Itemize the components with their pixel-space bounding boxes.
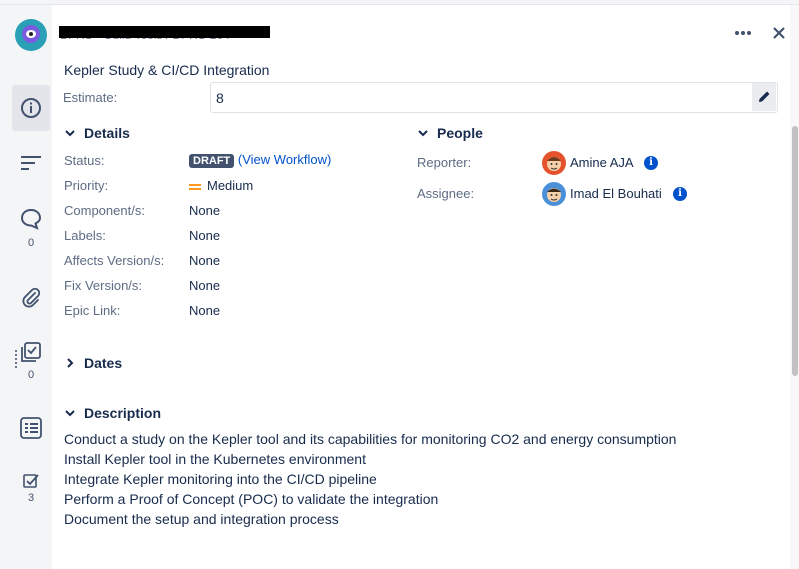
chevron-down-icon: [65, 410, 75, 417]
affects-version-label: Affects Version/s:: [64, 253, 165, 268]
assignee-label: Assignee:: [417, 186, 475, 201]
history-lines-icon[interactable]: [10, 155, 52, 171]
pencil-icon: [759, 91, 770, 102]
app-logo-icon[interactable]: [15, 19, 47, 51]
labels-label: Labels:: [64, 228, 106, 243]
sidebar: 0 0 3: [10, 5, 52, 569]
reporter-avatar[interactable]: [542, 151, 566, 175]
scrollbar-thumb[interactable]: [792, 126, 798, 376]
dates-heading: Dates: [84, 355, 123, 371]
component-label: Component/s:: [64, 203, 145, 218]
estimate-value[interactable]: 8: [216, 90, 224, 106]
affects-version-value[interactable]: None: [189, 253, 220, 268]
assignee-info-icon[interactable]: i: [673, 187, 687, 201]
left-rail: [0, 5, 10, 569]
info-icon[interactable]: [10, 97, 52, 119]
chevron-down-icon: [65, 130, 75, 137]
people-section-toggle[interactable]: People: [417, 125, 483, 141]
status-badge[interactable]: DRAFT: [189, 153, 235, 168]
description-line: Document the setup and integration proce…: [64, 511, 339, 527]
subtasks-icon[interactable]: [10, 416, 52, 440]
subtask-count: 3: [27, 492, 35, 504]
description-line: Install Kepler tool in the Kubernetes en…: [64, 451, 366, 467]
checklist-count: 0: [27, 369, 35, 381]
details-section-toggle[interactable]: Details: [64, 125, 130, 141]
labels-value[interactable]: None: [189, 228, 220, 243]
attachment-icon[interactable]: [10, 287, 52, 309]
view-workflow-link[interactable]: (View Workflow): [238, 152, 331, 167]
description-section-toggle[interactable]: Description: [64, 405, 161, 421]
priority-label: Priority:: [64, 178, 109, 193]
people-heading: People: [437, 125, 483, 141]
reporter-label: Reporter:: [417, 155, 472, 170]
fix-version-value[interactable]: None: [189, 278, 220, 293]
more-button[interactable]: [730, 22, 756, 44]
priority-medium-icon: [189, 182, 201, 192]
comment-icon[interactable]: [10, 208, 52, 230]
close-icon: [773, 27, 785, 39]
chevron-right-icon: [67, 358, 74, 368]
component-value[interactable]: None: [189, 203, 220, 218]
edit-estimate-button[interactable]: [752, 83, 776, 111]
description-line: Integrate Kepler monitoring into the CI/…: [64, 471, 377, 487]
priority-text: Medium: [207, 178, 254, 193]
chevron-down-icon: [418, 130, 428, 137]
top-divider: [0, 0, 799, 5]
redaction-bar: [59, 26, 270, 38]
epic-link-label: Epic Link:: [64, 303, 121, 318]
epic-link-value[interactable]: None: [189, 303, 220, 318]
estimate-label: Estimate:: [63, 90, 118, 105]
close-button[interactable]: [768, 22, 790, 44]
comment-count: 0: [27, 237, 35, 249]
description-line: Conduct a study on the Kepler tool and i…: [64, 431, 677, 447]
checklist-icon[interactable]: [10, 341, 52, 363]
fix-version-label: Fix Version/s:: [64, 278, 143, 293]
checkbox-icon[interactable]: [10, 473, 52, 489]
more-horizontal-icon: [735, 31, 751, 35]
description-body[interactable]: Conduct a study on the Kepler tool and i…: [64, 429, 676, 529]
status-label: Status:: [64, 153, 105, 168]
status-value: DRAFT (View Workflow): [189, 152, 331, 168]
issue-summary[interactable]: Kepler Study & CI/CD Integration: [64, 62, 269, 78]
priority-value[interactable]: Medium: [189, 178, 253, 193]
reporter-name[interactable]: Amine AJA: [570, 155, 634, 170]
description-line: Perform a Proof of Concept (POC) to vali…: [64, 491, 439, 507]
assignee-avatar[interactable]: [542, 182, 566, 206]
assignee-name[interactable]: Imad El Bouhati: [570, 186, 662, 201]
dates-section-toggle[interactable]: Dates: [64, 355, 122, 371]
reporter-info-icon[interactable]: i: [644, 156, 658, 170]
details-heading: Details: [84, 125, 130, 141]
description-heading: Description: [84, 405, 162, 421]
estimate-field[interactable]: [210, 82, 778, 113]
